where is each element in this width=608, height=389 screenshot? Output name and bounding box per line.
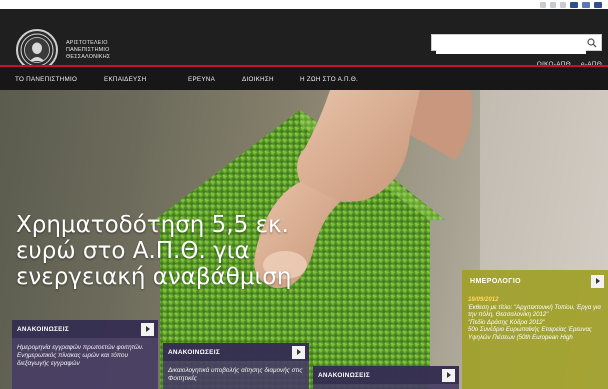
nav-item-university[interactable]: ΤΟ ΠΑΝΕΠΙΣΤΗΜΙΟ bbox=[15, 76, 77, 83]
calendar-entry[interactable]: "Πεδίο Δράσης Κόδρα 2012" bbox=[468, 319, 602, 327]
rss-icon[interactable] bbox=[582, 1, 590, 8]
nav-item-life[interactable]: Η ΖΩΗ ΣΤΟ Α.Π.Θ. bbox=[300, 76, 358, 83]
calendar-entry[interactable]: Έκθεση με τίτλο: "Αρχιτεκτονική Τοπίου, … bbox=[468, 304, 602, 319]
language-icon[interactable] bbox=[540, 1, 546, 8]
university-name-line: ΠΑΝΕΠΙΣΤΗΜΙΟ bbox=[66, 47, 110, 53]
calendar-date: 18/09/2012 bbox=[468, 296, 499, 303]
share-icon[interactable] bbox=[594, 1, 602, 8]
top-strip bbox=[0, 0, 608, 9]
search-box[interactable] bbox=[431, 34, 602, 54]
announcement-title: ΑΝΑΚΟΙΝΩΣΕΙΣ bbox=[318, 371, 370, 379]
announcement-card[interactable]: ΑΝΑΚΟΙΝΩΣΕΙΣ Δικαιολογητικά υποβολής αίτ… bbox=[163, 343, 309, 389]
nav-item-administration[interactable]: ΔΙΟΙΚΗΣΗ bbox=[242, 76, 274, 83]
announcement-text[interactable]: Ημερομηνία εγγραφών πρωτοετών φοιτητών. … bbox=[12, 338, 158, 374]
announcement-title: ΑΝΑΚΟΙΝΩΣΕΙΣ bbox=[17, 325, 69, 333]
search-input[interactable] bbox=[436, 39, 586, 54]
hero-headline[interactable]: Χρηματοδότηση 5,5 εκ. ευρώ στο Α.Π.Θ. γι… bbox=[16, 212, 316, 290]
university-name-line: ΑΡΙΣΤΟΤΕΛΕΙΟ bbox=[66, 40, 108, 46]
announcement-title: ΑΝΑΚΟΙΝΩΣΕΙΣ bbox=[168, 348, 220, 356]
main-nav: ΤΟ ΠΑΝΕΠΙΣΤΗΜΙΟ ΕΚΠΑΙΔΕΥΣΗ ΕΡΕΥΝΑ ΔΙΟΙΚΗ… bbox=[0, 67, 608, 90]
arrow-right-icon[interactable] bbox=[591, 274, 604, 288]
university-name: ΑΡΙΣΤΟΤΕΛΕΙΟ ΠΑΝΕΠΙΣΤΗΜΙΟ ΘΕΣΣΑΛΟΝΙΚΗΣ bbox=[66, 40, 110, 61]
facebook-icon[interactable] bbox=[570, 1, 578, 8]
aristotle-seal-icon bbox=[20, 33, 54, 67]
announcement-header: ΑΝΑΚΟΙΝΩΣΕΙΣ bbox=[163, 343, 309, 361]
university-name-line: ΘΕΣΣΑΛΟΝΙΚΗΣ bbox=[66, 54, 111, 60]
site-header: ΑΡΙΣΤΟΤΕΛΕΙΟ ΠΑΝΕΠΙΣΤΗΜΙΟ ΘΕΣΣΑΛΟΝΙΚΗΣ Ο… bbox=[0, 9, 608, 71]
announcement-card[interactable]: ΑΝΑΚΟΙΝΩΣΕΙΣ bbox=[313, 366, 459, 389]
announcement-header: ΑΝΑΚΟΙΝΩΣΕΙΣ bbox=[313, 366, 459, 384]
calendar-body: 18/09/2012 Έκθεση με τίτλο: "Αρχιτεκτονι… bbox=[462, 292, 608, 345]
calendar-panel[interactable]: ΗΜΕΡΟΛΟΓΙΟ 18/09/2012 Έκθεση με τίτλο: "… bbox=[462, 270, 608, 389]
nav-item-research[interactable]: ΕΡΕΥΝΑ bbox=[188, 76, 215, 83]
arrow-right-icon[interactable] bbox=[141, 322, 154, 336]
nav-item-education[interactable]: ΕΚΠΑΙΔΕΥΣΗ bbox=[104, 76, 146, 83]
calendar-title: ΗΜΕΡΟΛΟΓΙΟ bbox=[470, 277, 522, 285]
arrow-right-icon[interactable] bbox=[442, 368, 455, 382]
announcement-card[interactable]: ΑΝΑΚΟΙΝΩΣΕΙΣ Ημερομηνία εγγραφών πρωτοετ… bbox=[12, 320, 158, 389]
search-icon[interactable] bbox=[587, 38, 597, 48]
calendar-entry[interactable]: 50ο Συνέδριο Ευρωπαϊκής Εταιρείας Έρευνα… bbox=[468, 326, 602, 341]
arrow-right-icon[interactable] bbox=[292, 345, 305, 359]
page: ΑΡΙΣΤΟΤΕΛΕΙΟ ΠΑΝΕΠΙΣΤΗΜΙΟ ΘΕΣΣΑΛΟΝΙΚΗΣ Ο… bbox=[0, 0, 608, 389]
hero-banner[interactable]: Χρηματοδότηση 5,5 εκ. ευρώ στο Α.Π.Θ. γι… bbox=[0, 90, 608, 389]
calendar-header: ΗΜΕΡΟΛΟΓΙΟ bbox=[462, 270, 608, 292]
top-icons bbox=[540, 0, 602, 9]
announcement-header: ΑΝΑΚΟΙΝΩΣΕΙΣ bbox=[12, 320, 158, 338]
accessibility-icon[interactable] bbox=[560, 1, 566, 8]
language-icon[interactable] bbox=[550, 1, 556, 8]
announcement-text[interactable]: Δικαιολογητικά υποβολής αίτησης διαμονής… bbox=[163, 361, 309, 389]
